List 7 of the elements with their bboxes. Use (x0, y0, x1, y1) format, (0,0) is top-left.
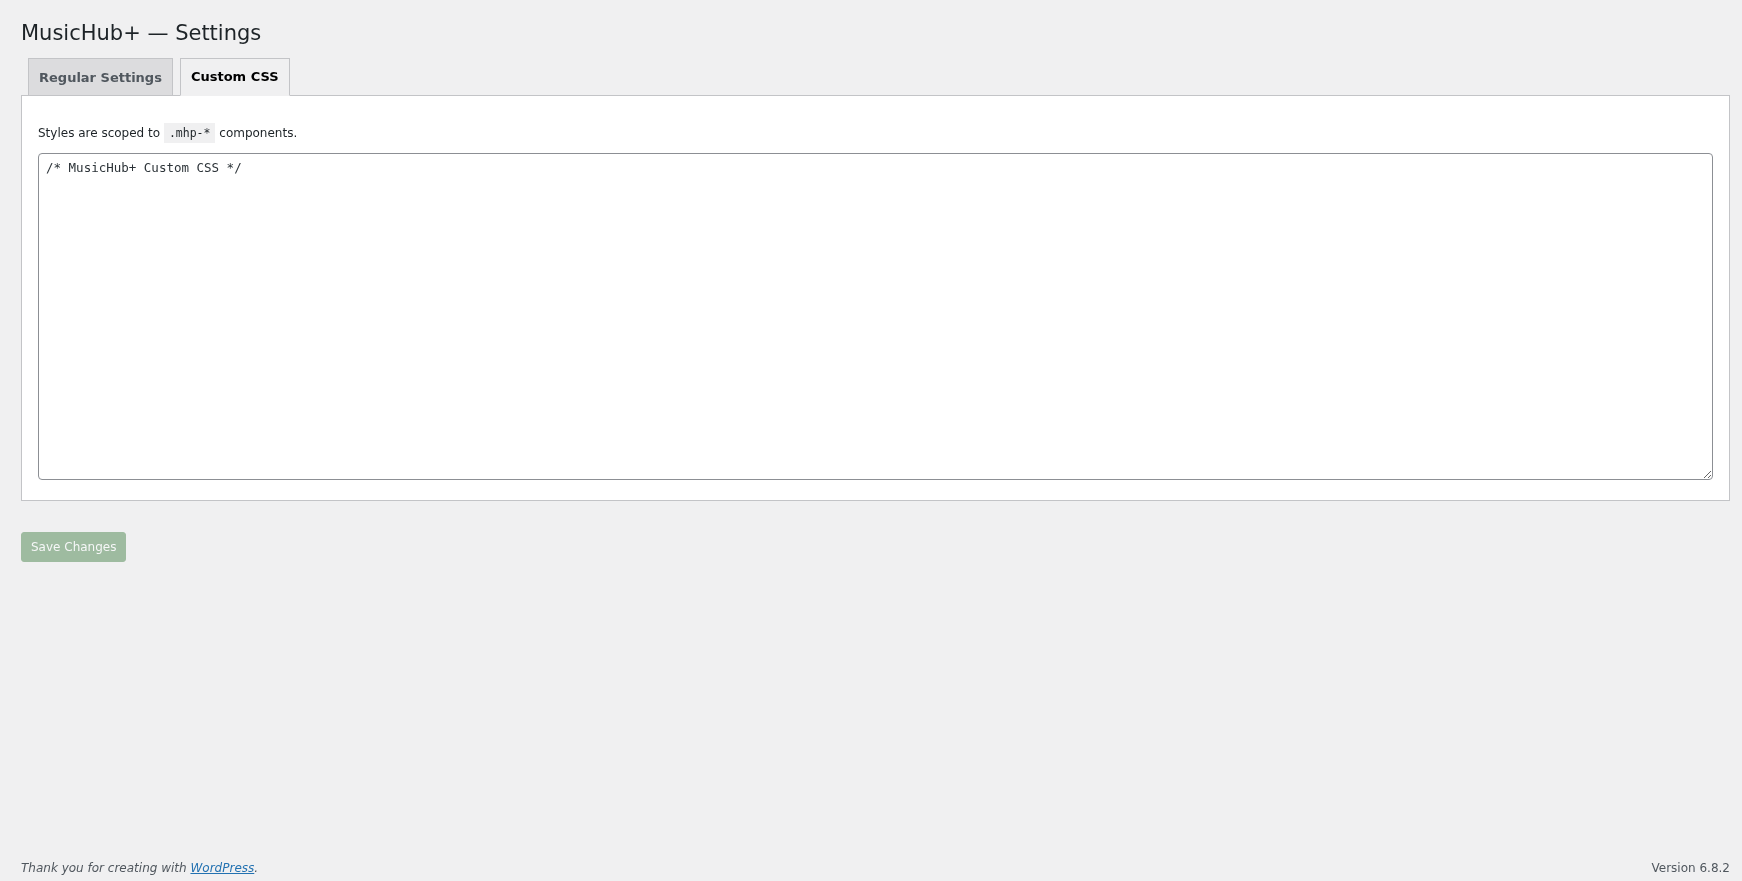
description-text: Styles are scoped to .mhp-* components. (38, 123, 298, 143)
version-text: Version 6.8.2 (1651, 860, 1730, 877)
tab[interactable]: Regular Settings (28, 58, 173, 96)
footer-text: Thank you for creating with WordPress. (21, 860, 259, 877)
css-editor-field[interactable]: /* MusicHub+ Custom CSS */ (38, 153, 1713, 480)
page-title: MusicHub+ — Settings (21, 20, 262, 47)
tab[interactable]: Custom CSS (179, 58, 290, 96)
